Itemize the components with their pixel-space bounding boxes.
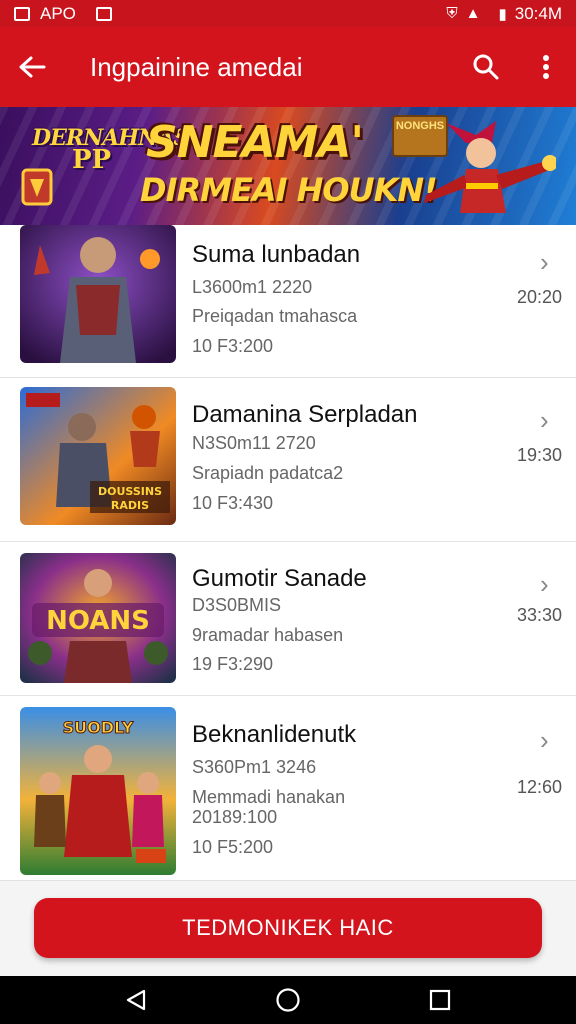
list-item[interactable]: NOANS Gumotir Sanade D3S0BMIS 9ramadar h… — [0, 553, 576, 695]
item-title: Damanina Serpladan — [192, 401, 418, 428]
search-icon — [473, 54, 499, 80]
item-line-1: S360Pm1 3246 — [192, 757, 317, 777]
item-line-2: Srapiadn padatca2 — [192, 463, 344, 483]
chevron-right-icon: › — [540, 725, 549, 755]
primary-action-button[interactable]: TEDMONIKEK HAIC — [34, 898, 542, 958]
arrow-left-icon — [19, 56, 46, 78]
triangle-back-icon — [126, 989, 146, 1011]
item-line-2: Memmadi hanakan — [192, 787, 346, 807]
item-thumbnail — [20, 225, 176, 363]
svg-text:SUODLY: SUODLY — [63, 718, 134, 737]
item-line-3: 10 F3:200 — [192, 336, 274, 356]
item-line-3: 20189:100 — [192, 807, 278, 827]
back-button[interactable] — [0, 27, 64, 107]
svg-text:NOANS: NOANS — [46, 606, 150, 636]
shield-icon: ⛨ — [446, 5, 458, 22]
item-meta: 19:30 — [516, 445, 562, 465]
item-line-1: N3S0m11 2720 — [192, 433, 316, 453]
status-left-text: APO — [40, 3, 76, 23]
list-item[interactable]: DOUSSINS RADIS Damanina Serpladan N3S0m1… — [0, 387, 576, 541]
nav-home-button[interactable] — [264, 976, 312, 1024]
more-vert-icon — [543, 55, 549, 79]
item-title: Suma lunbadan — [192, 241, 361, 268]
list-item[interactable]: SUODLY Beknanlidenutk S360Pm1 3246 Memma… — [0, 707, 576, 875]
bottom-action-area: TEDMONIKEK HAIC — [0, 880, 576, 976]
svg-text:DOUSSINS: DOUSSINS — [98, 485, 162, 498]
square-recents-icon — [429, 989, 451, 1011]
item-meta: 33:30 — [516, 605, 562, 625]
chevron-right-icon: › — [540, 405, 549, 435]
list-item[interactable]: Suma lunbadan L3600m1 2220 Preiqadan tma… — [0, 225, 576, 377]
item-line-1: L3600m1 2220 — [192, 277, 313, 297]
svg-text:RADIS: RADIS — [111, 499, 149, 512]
list-divider — [0, 695, 576, 696]
item-line-2: Preiqadan tmahasca — [192, 306, 358, 326]
gallery-icon — [95, 6, 112, 21]
item-line-1: D3S0BMIS — [192, 595, 282, 615]
item-meta: 20:20 — [516, 287, 562, 307]
gem-icon — [21, 168, 53, 206]
image-icon — [14, 6, 30, 21]
banner-subline: DIRMEAI HOUKN! — [140, 171, 438, 209]
promo-banner[interactable]: DERNAHNAS PP SNEAMA' DIRMEAI HOUKN! NONG… — [0, 107, 576, 225]
chevron-right-icon: › — [540, 247, 549, 277]
more-options-button[interactable] — [516, 27, 576, 107]
hero-character-illustration — [424, 121, 556, 213]
item-thumbnail: SUODLY — [20, 707, 176, 875]
list-divider — [0, 377, 576, 378]
item-title: Gumotir Sanade — [192, 565, 367, 592]
item-thumbnail: NOANS — [20, 553, 176, 683]
nav-recents-button[interactable] — [416, 976, 464, 1024]
signal-icon: ▲ — [465, 5, 481, 22]
nav-back-button[interactable] — [112, 976, 160, 1024]
item-line-4: 10 F5:200 — [192, 837, 274, 857]
search-button[interactable] — [456, 27, 516, 107]
item-meta: 12:60 — [516, 777, 562, 797]
banner-headline: SNEAMA' — [146, 117, 364, 168]
app-bar: Ingpainine amedai — [0, 27, 576, 107]
page-title: Ingpainine amedai — [90, 51, 303, 82]
item-line-3: 10 F3:430 — [192, 493, 274, 513]
status-bar: APO ⛨ ▲ ▮ 30:4M — [0, 0, 576, 27]
status-time: 30:4M — [514, 3, 562, 23]
chevron-right-icon: › — [540, 569, 549, 599]
battery-icon: ▮ — [498, 5, 507, 23]
system-nav-bar — [0, 976, 576, 1024]
item-line-3: 19 F3:290 — [192, 654, 274, 674]
list-divider — [0, 541, 576, 542]
item-line-2: 9ramadar habasen — [192, 625, 344, 645]
circle-home-icon — [276, 988, 300, 1012]
item-title: Beknanlidenutk — [192, 721, 357, 748]
item-thumbnail: DOUSSINS RADIS — [20, 387, 176, 525]
